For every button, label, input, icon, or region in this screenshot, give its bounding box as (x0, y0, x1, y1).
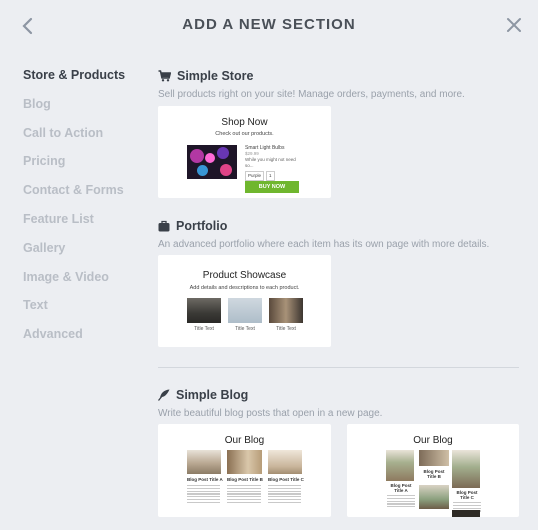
blog-2-thumb-b (419, 450, 449, 466)
portfolio-section: Portfolio An advanced portfolio where ea… (158, 217, 522, 253)
header: ADD A NEW SECTION (0, 0, 538, 52)
nav-item-store-products[interactable]: Store & Products (23, 67, 143, 96)
blog-2-thumb-c (452, 450, 480, 488)
portfolio-preview-card[interactable]: Product Showcase Add details and descrip… (158, 255, 331, 347)
product-info: Smart Light Bulbs $29.99 While you might… (245, 145, 305, 181)
blog-section-title: Simple Blog (176, 388, 249, 402)
product-blurb: While you might not need so... (245, 157, 296, 168)
portfolio-caption-2: Title Text (235, 326, 255, 332)
portfolio-preview-subheading: Add details and descriptions to each pro… (189, 285, 300, 291)
portfolio-thumb-3 (269, 298, 303, 323)
blog-1-post-title-c: Blog Post Title C (268, 477, 304, 482)
nav-item-blog[interactable]: Blog (23, 96, 143, 125)
blog-1-excerpt-a (187, 485, 220, 504)
nav-item-feature-list[interactable]: Feature List (23, 211, 143, 240)
store-preview-card[interactable]: Shop Now Check out our products. Smart L… (158, 106, 331, 198)
blog-1-post-title-a: Blog Post Title A (187, 477, 223, 482)
blog-2-thumb-e (452, 510, 480, 517)
store-preview-heading: Shop Now (221, 117, 268, 128)
nav-item-text[interactable]: Text (23, 297, 143, 326)
portfolio-preview-heading: Product Showcase (202, 270, 287, 281)
blog-preview-card-1[interactable]: Our Blog Blog Post Title A Blog Post Tit… (158, 424, 331, 517)
blog-preview-card-2[interactable]: Our Blog Blog Post Title A Blog Post Tit… (347, 424, 519, 517)
blog-1-excerpt-c (268, 485, 301, 504)
blog-2-thumb-d (419, 485, 449, 509)
portfolio-thumb-1 (187, 298, 221, 323)
store-section-title: Simple Store (177, 69, 254, 83)
close-icon[interactable] (504, 15, 524, 35)
blog-1-thumb-c (268, 450, 302, 474)
portfolio-caption-1: Title Text (194, 326, 214, 332)
store-section-description: Sell products right on your site! Manage… (158, 89, 465, 100)
store-section: Simple Store Sell products right on your… (158, 67, 522, 103)
buy-now-button: BUY NOW (245, 181, 299, 193)
nav-item-advanced[interactable]: Advanced (23, 326, 143, 355)
blog-2-heading: Our Blog (413, 435, 453, 446)
category-nav: Store & Products Blog Call to Action Pri… (23, 67, 143, 355)
store-preview-subheading: Check out our products. (215, 131, 274, 137)
blog-title-row: Simple Blog (158, 386, 522, 404)
blog-1-post-title-b: Blog Post Title B (227, 477, 263, 482)
portfolio-thumb-2 (228, 298, 262, 323)
nav-item-pricing[interactable]: Pricing (23, 153, 143, 182)
blog-2-excerpt-a (387, 495, 415, 509)
blog-section: Simple Blog Write beautiful blog posts t… (158, 386, 522, 422)
blog-1-thumb-a (187, 450, 221, 474)
briefcase-icon (158, 220, 170, 232)
blog-1-heading: Our Blog (224, 435, 265, 446)
nav-item-call-to-action[interactable]: Call to Action (23, 125, 143, 154)
product-image (187, 145, 237, 179)
blog-1-excerpt-b (227, 485, 261, 504)
portfolio-caption-3: Title Text (276, 326, 296, 332)
portfolio-title-row: Portfolio (158, 217, 522, 235)
blog-1-thumb-b (227, 450, 262, 474)
nav-item-image-video[interactable]: Image & Video (23, 269, 143, 298)
quantity-field: 1 (266, 171, 275, 181)
blog-2-post-title-a: Blog Post Title A (390, 483, 412, 493)
store-title-row: Simple Store (158, 67, 522, 85)
nav-item-contact-forms[interactable]: Contact & Forms (23, 182, 143, 211)
page-title: ADD A NEW SECTION (182, 16, 356, 33)
nav-item-gallery[interactable]: Gallery (23, 240, 143, 269)
portfolio-section-description: An advanced portfolio where each item ha… (158, 239, 490, 250)
portfolio-section-title: Portfolio (176, 219, 228, 233)
blog-2-post-title-b: Blog Post Title B (423, 469, 445, 479)
blog-2-thumb-a (386, 450, 414, 481)
cart-icon (158, 70, 171, 82)
feather-icon (158, 389, 170, 401)
blog-2-post-title-c: Blog Post Title C (456, 490, 478, 500)
color-option: Purple (245, 171, 265, 181)
section-divider (158, 367, 519, 368)
blog-section-description: Write beautiful blog posts that open in … (158, 408, 383, 419)
